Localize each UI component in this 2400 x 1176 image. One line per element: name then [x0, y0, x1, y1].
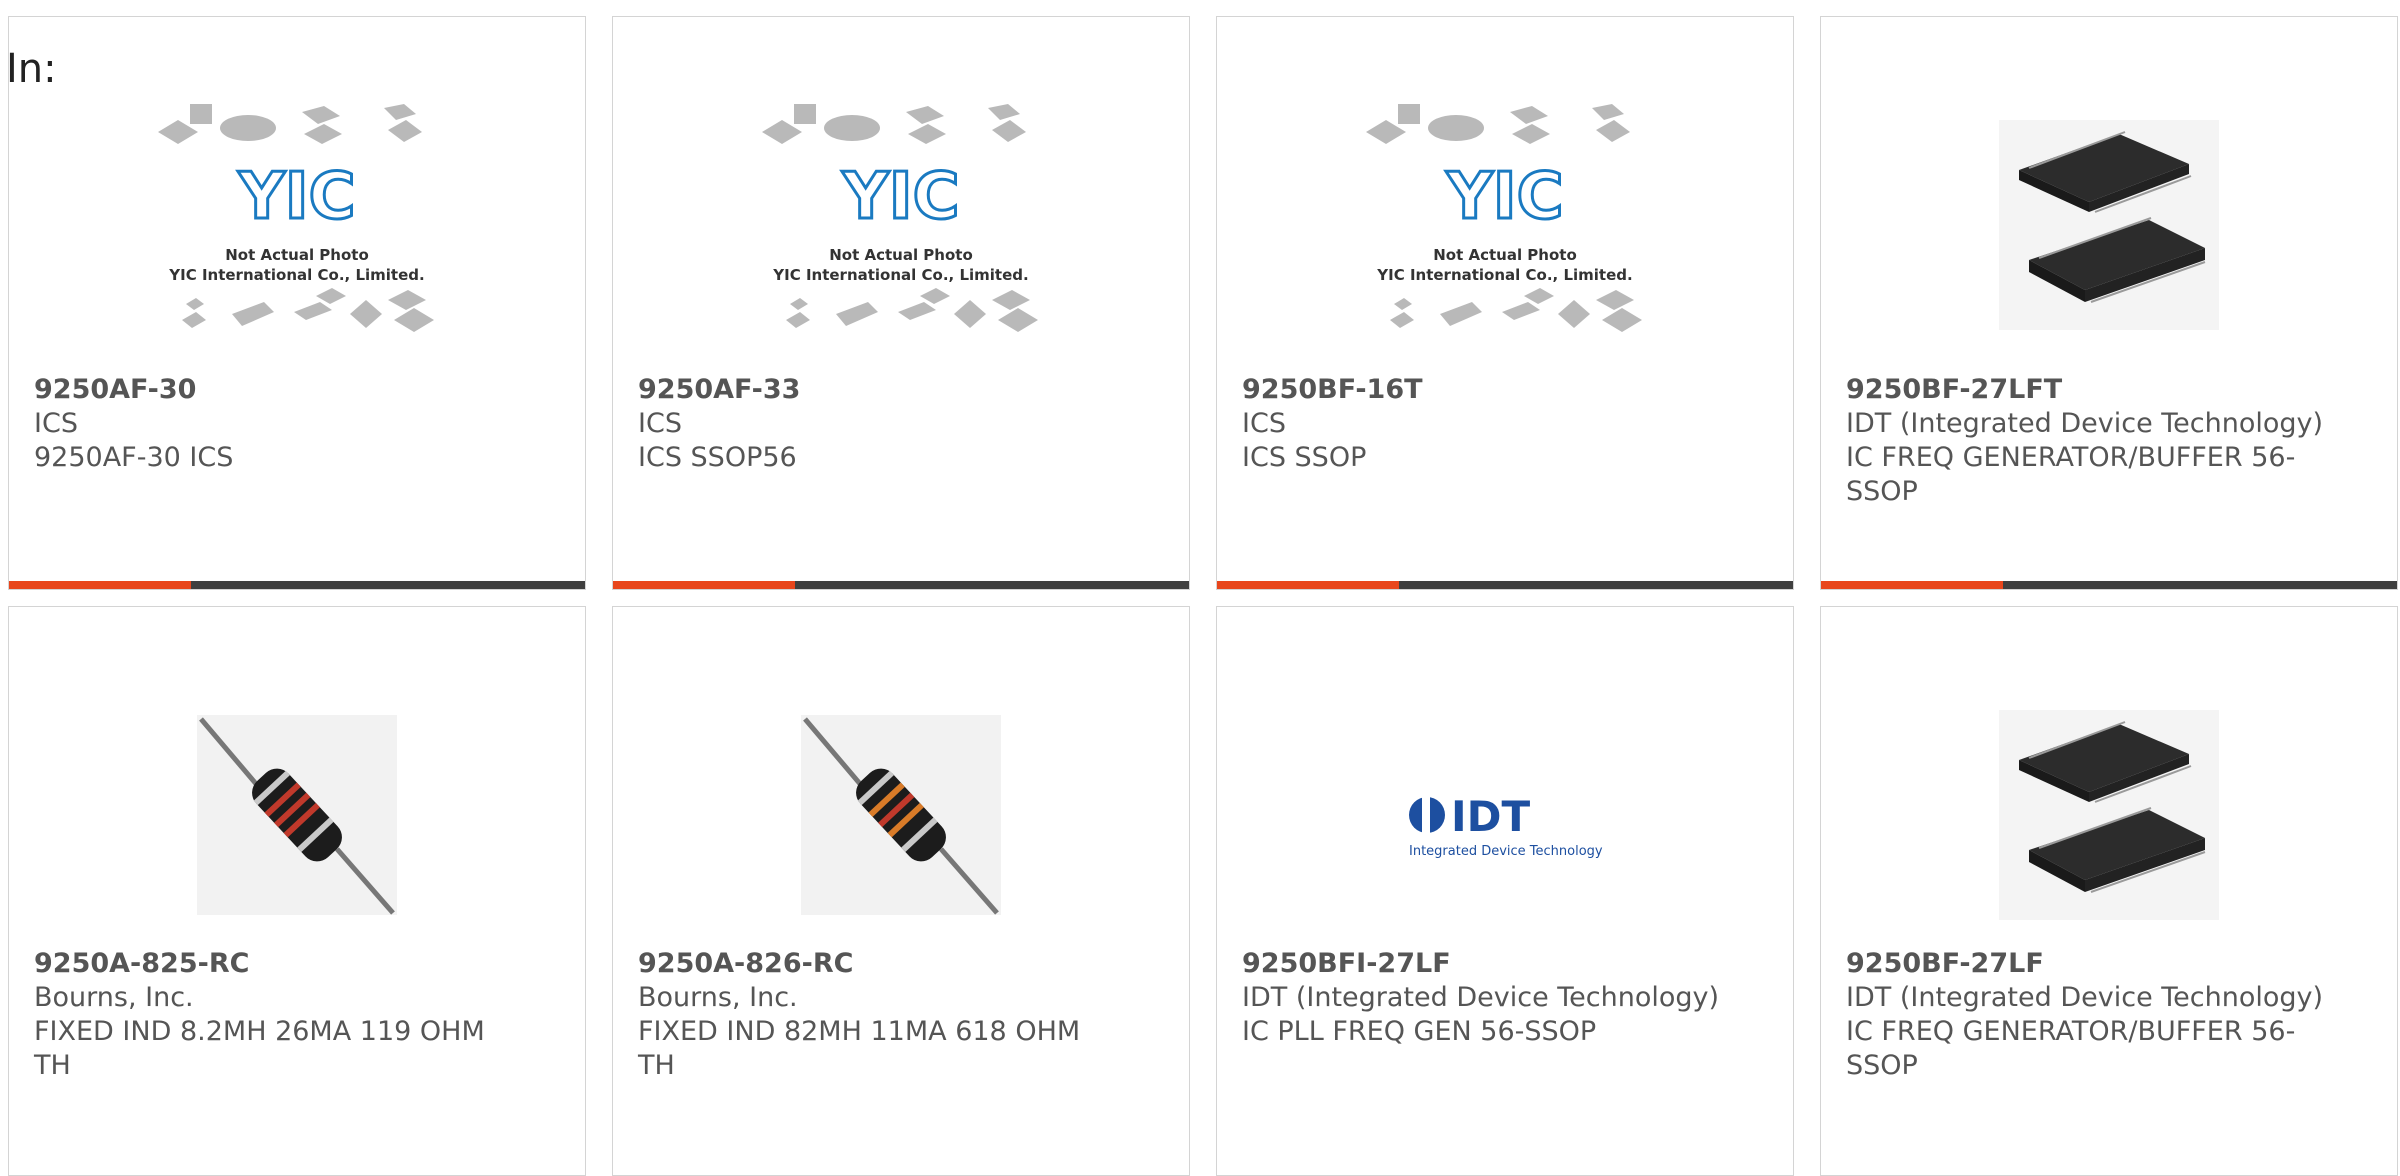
product-card[interactable]: 9250A-826-RC Bourns, Inc. FIXED IND 82MH…	[612, 606, 1190, 1176]
manufacturer: IDT (Integrated Device Technology)	[1846, 408, 2324, 439]
product-image[interactable]	[1821, 85, 2397, 365]
manufacturer: ICS	[1242, 408, 1286, 439]
svg-text:IDT: IDT	[1451, 792, 1530, 841]
card-bar	[1821, 581, 2397, 589]
product-card[interactable]: YIC Not Actual Photo YIC International C…	[1216, 16, 1794, 590]
manufacturer: ICS	[34, 408, 78, 439]
product-card[interactable]: YIC Not Actual Photo YIC International C…	[612, 16, 1190, 590]
manufacturer: Bourns, Inc.	[638, 982, 798, 1013]
svg-text:YIC: YIC	[841, 160, 959, 234]
part-number[interactable]: 9250AF-30	[34, 373, 565, 407]
manufacturer: IDT (Integrated Device Technology)	[1242, 982, 1720, 1013]
svg-text:YIC: YIC	[237, 160, 355, 234]
description: IC PLL FREQ GEN 56-SSOP	[1242, 1016, 1597, 1047]
svg-text:YIC International Co., Limited: YIC International Co., Limited.	[1376, 266, 1632, 284]
svg-text:YIC: YIC	[1445, 160, 1563, 234]
description: ICS SSOP	[1242, 442, 1367, 473]
part-number[interactable]: 9250BF-16T	[1242, 373, 1773, 407]
product-image[interactable]	[613, 675, 1189, 955]
svg-text:Not Actual Photo: Not Actual Photo	[829, 246, 973, 264]
yic-placeholder-image: YIC Not Actual Photo YIC International C…	[762, 104, 1038, 332]
product-card[interactable]: 9250BF-27LFT IDT (Integrated Device Tech…	[1820, 16, 2398, 590]
description: 9250AF-30 ICS	[34, 442, 234, 473]
manufacturer: IDT (Integrated Device Technology)	[1846, 982, 2324, 1013]
svg-text:Integrated Device Technology: Integrated Device Technology	[1409, 844, 1603, 859]
idt-logo-image: IDT Integrated Device Technology	[1409, 792, 1603, 859]
svg-text:YIC International Co., Limited: YIC International Co., Limited.	[168, 266, 424, 284]
description: IC FREQ GENERATOR/BUFFER 56-SSOP	[1846, 1016, 2296, 1081]
product-card[interactable]: 9250A-825-RC Bourns, Inc. FIXED IND 8.2M…	[8, 606, 586, 1176]
filter-label: In:	[6, 46, 57, 92]
part-number[interactable]: 9250A-825-RC	[34, 947, 565, 981]
manufacturer: ICS	[638, 408, 682, 439]
ssop-chip-image	[1999, 710, 2219, 920]
description: FIXED IND 82MH 11MA 618 OHM TH	[638, 1016, 1081, 1081]
svg-text:YIC International Co., Limited: YIC International Co., Limited.	[772, 266, 1028, 284]
product-image[interactable]: YIC Not Actual Photo YIC International C…	[9, 85, 585, 365]
product-image[interactable]	[1821, 675, 2397, 955]
card-bar	[9, 581, 585, 589]
part-number[interactable]: 9250BF-27LF	[1846, 947, 2377, 981]
axial-inductor-image	[197, 715, 397, 915]
product-card[interactable]: YIC Not Actual Photo YIC International C…	[8, 16, 586, 590]
ssop-chip-image	[1999, 120, 2219, 330]
axial-inductor-image	[801, 715, 1001, 915]
part-number[interactable]: 9250BF-27LFT	[1846, 373, 2377, 407]
svg-text:Not Actual Photo: Not Actual Photo	[1433, 246, 1577, 264]
yic-placeholder-image: YIC Not Actual Photo YIC International C…	[1366, 104, 1642, 332]
card-bar	[613, 581, 1189, 589]
svg-text:Not Actual Photo: Not Actual Photo	[225, 246, 369, 264]
product-image[interactable]: YIC Not Actual Photo YIC International C…	[613, 85, 1189, 365]
yic-placeholder-image: YIC Not Actual Photo YIC International C…	[158, 104, 434, 332]
part-number[interactable]: 9250AF-33	[638, 373, 1169, 407]
product-card[interactable]: 9250BF-27LF IDT (Integrated Device Techn…	[1820, 606, 2398, 1176]
description: FIXED IND 8.2MH 26MA 119 OHM TH	[34, 1016, 485, 1081]
product-image[interactable]	[9, 675, 585, 955]
part-number[interactable]: 9250A-826-RC	[638, 947, 1169, 981]
product-image[interactable]: YIC Not Actual Photo YIC International C…	[1217, 85, 1793, 365]
product-image[interactable]: IDT Integrated Device Technology	[1217, 675, 1793, 955]
description: IC FREQ GENERATOR/BUFFER 56-SSOP	[1846, 442, 2296, 507]
card-bar	[1217, 581, 1793, 589]
part-number[interactable]: 9250BFI-27LF	[1242, 947, 1773, 981]
description: ICS SSOP56	[638, 442, 797, 473]
manufacturer: Bourns, Inc.	[34, 982, 194, 1013]
product-card[interactable]: IDT Integrated Device Technology 9250BFI…	[1216, 606, 1794, 1176]
